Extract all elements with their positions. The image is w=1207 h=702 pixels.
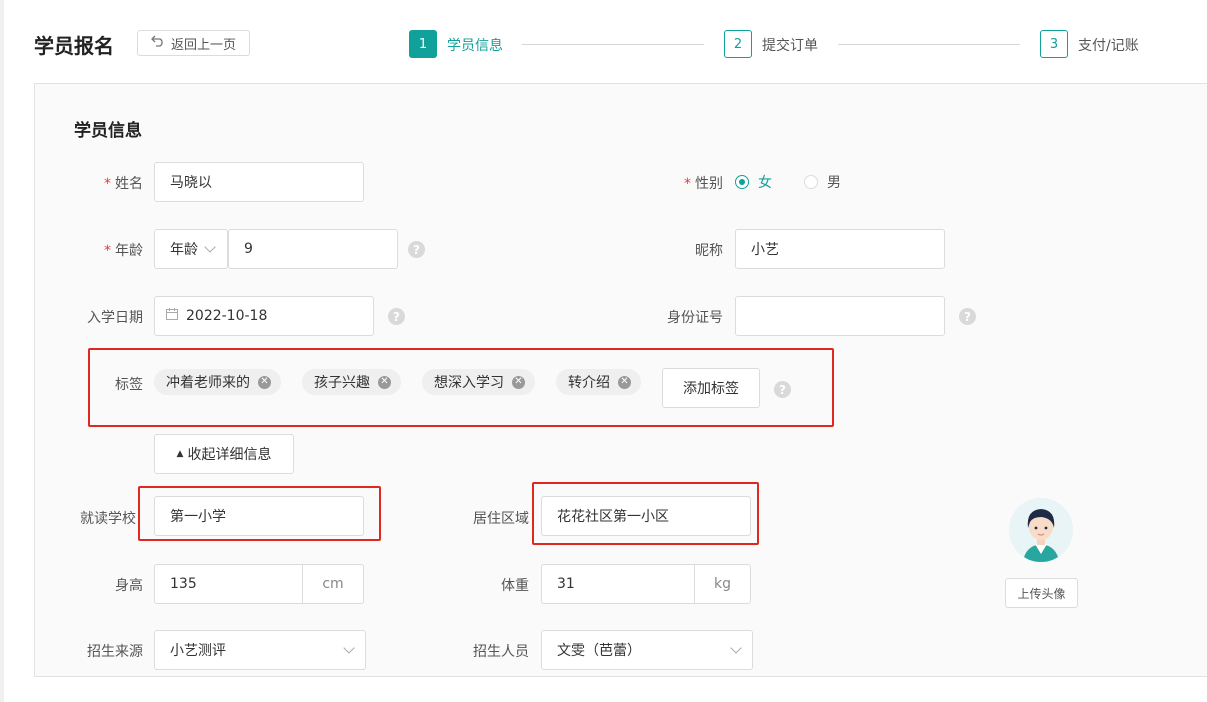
back-button-label: 返回上一页 [170, 37, 236, 53]
source-value: 小艺测评 [170, 643, 226, 659]
name-label: * 姓名 [104, 176, 143, 192]
source-label: 招生来源 [87, 644, 143, 660]
age-unit-select[interactable]: 年龄 [154, 229, 228, 269]
gender-male-label[interactable]: 男 [827, 172, 841, 192]
recruiter-select[interactable]: 文雯（芭蕾） [541, 630, 753, 670]
gender-female-label[interactable]: 女 [758, 172, 772, 192]
id-number-label: 身份证号 [667, 310, 723, 326]
age-unit-value: 年龄 [170, 242, 198, 258]
enroll-date-value: 2022-10-18 [186, 308, 268, 324]
section-title: 学员信息 [74, 121, 142, 141]
source-select[interactable]: 小艺测评 [154, 630, 366, 670]
page-title: 学员报名 [34, 34, 114, 58]
tags-label: 标签 [115, 377, 143, 393]
school-highlight-box [138, 486, 381, 541]
weight-label: 体重 [501, 578, 529, 594]
chevron-down-icon [730, 642, 742, 654]
collapse-details-label: 收起详细信息 [187, 447, 272, 463]
tag-chip-label: 冲着老师来的 [166, 375, 250, 391]
step-1-number: 1 [409, 30, 437, 58]
upload-avatar-button[interactable]: 上传头像 [1005, 578, 1078, 608]
nickname-input[interactable]: 小艺 [735, 229, 945, 269]
recruiter-value: 文雯（芭蕾） [557, 643, 641, 659]
step-1-label: 学员信息 [447, 38, 503, 54]
tags-help-icon[interactable]: ? [774, 381, 791, 398]
height-unit: cm [302, 565, 363, 603]
enroll-date-label: 入学日期 [87, 310, 143, 326]
avatar[interactable] [1009, 498, 1073, 562]
height-value: 135 [170, 576, 197, 592]
close-icon[interactable]: ✕ [512, 375, 525, 389]
enroll-date-picker[interactable]: 2022-10-18 [154, 296, 374, 336]
close-icon[interactable]: ✕ [378, 375, 391, 389]
close-icon[interactable]: ✕ [618, 375, 631, 389]
close-icon[interactable]: ✕ [258, 375, 271, 389]
age-input[interactable]: 9 [228, 229, 398, 269]
gender-female-radio[interactable] [735, 175, 749, 189]
area-label: 居住区域 [473, 511, 529, 527]
enroll-date-help-icon[interactable]: ? [388, 308, 405, 325]
step-2-label: 提交订单 [762, 38, 818, 54]
tag-chip-label: 孩子兴趣 [314, 375, 370, 391]
undo-icon [151, 35, 165, 51]
nickname-label: 昵称 [695, 243, 723, 259]
height-input[interactable]: 135 cm [154, 564, 364, 604]
age-label: * 年龄 [104, 243, 143, 259]
gender-male-radio[interactable] [804, 175, 818, 189]
step-connector [838, 44, 1020, 45]
name-input[interactable]: 马晓以 [154, 162, 364, 202]
step-3-label: 支付/记账 [1078, 38, 1139, 54]
weight-unit: kg [694, 565, 750, 603]
id-number-input[interactable] [735, 296, 945, 336]
caret-up-icon: ▲ [176, 449, 184, 459]
collapse-details-button[interactable]: ▲ 收起详细信息 [154, 434, 294, 474]
recruiter-label: 招生人员 [473, 644, 529, 660]
weight-input[interactable]: 31 kg [541, 564, 751, 604]
step-3-number: 3 [1040, 30, 1068, 58]
gender-label: * 性别 [684, 176, 723, 192]
tag-chip[interactable]: 冲着老师来的 ✕ [154, 369, 281, 395]
age-help-icon[interactable]: ? [408, 241, 425, 258]
add-tag-button[interactable]: 添加标签 [662, 368, 760, 408]
step-2-number: 2 [724, 30, 752, 58]
chevron-down-icon [204, 241, 216, 253]
id-number-help-icon[interactable]: ? [959, 308, 976, 325]
tag-chip[interactable]: 孩子兴趣 ✕ [302, 369, 401, 395]
tag-chip[interactable]: 想深入学习 ✕ [422, 369, 535, 395]
tag-chip-label: 转介绍 [568, 375, 610, 391]
height-label: 身高 [115, 578, 143, 594]
step-connector [522, 44, 704, 45]
left-rail [0, 0, 4, 702]
weight-value: 31 [557, 576, 575, 592]
tag-chip-label: 想深入学习 [434, 375, 504, 391]
tag-chip[interactable]: 转介绍 ✕ [556, 369, 641, 395]
school-label: 就读学校 [80, 511, 136, 527]
back-button[interactable]: 返回上一页 [137, 30, 250, 56]
area-highlight-box [532, 482, 759, 545]
calendar-icon [166, 308, 178, 324]
chevron-down-icon [343, 642, 355, 654]
